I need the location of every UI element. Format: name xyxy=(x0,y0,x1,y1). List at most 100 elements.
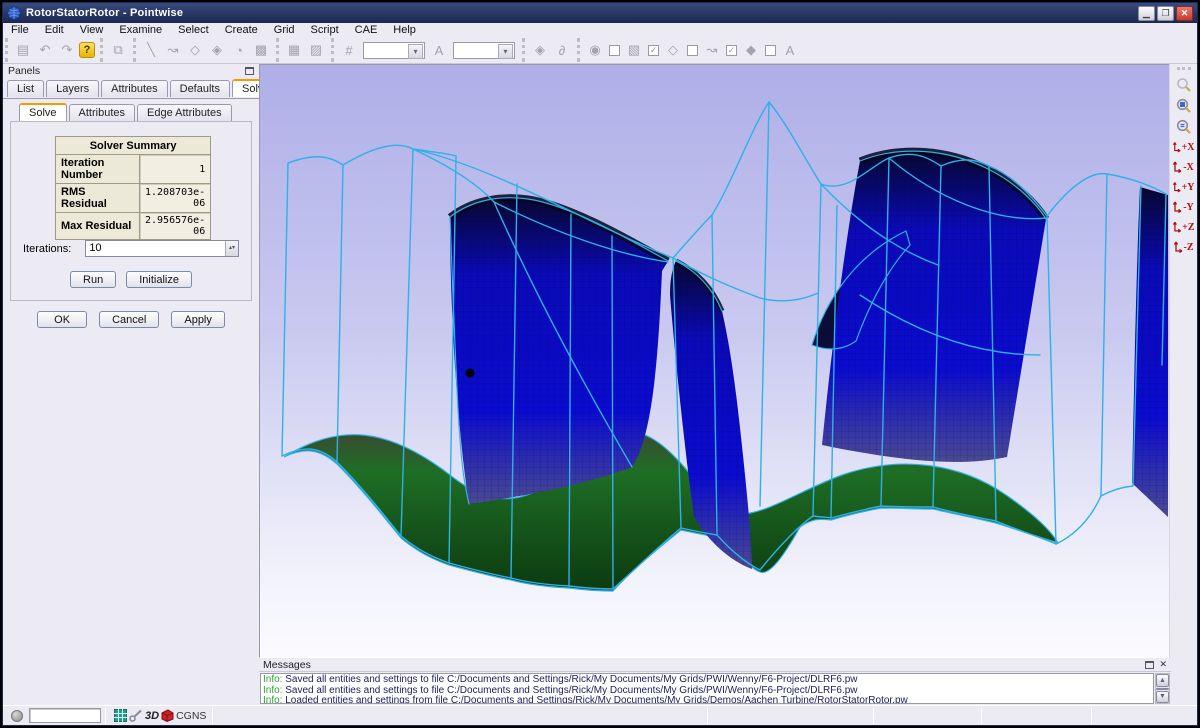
view-minus-y-button[interactable]: -Y xyxy=(1173,197,1195,217)
toolbar-group: ⧉ xyxy=(100,38,133,62)
toolbar-group: ▤↶↷? xyxy=(5,38,100,62)
messages-log[interactable]: Info: Saved all entities and settings to… xyxy=(260,673,1154,704)
redo-icon[interactable]: ↷ xyxy=(57,40,77,60)
zoom-actual-icon[interactable] xyxy=(1173,116,1195,137)
create-database-icon[interactable]: ◔ xyxy=(229,40,249,60)
menu-select[interactable]: Select xyxy=(170,24,217,36)
solve-icon[interactable]: ◈ xyxy=(530,40,550,60)
create-unstructured-domain-icon[interactable]: ◈ xyxy=(207,40,227,60)
menu-edit[interactable]: Edit xyxy=(37,24,72,36)
menu-create[interactable]: Create xyxy=(217,24,266,36)
menu-file[interactable]: File xyxy=(3,24,37,36)
cancel-button[interactable]: Cancel xyxy=(99,311,159,328)
menu-cae[interactable]: CAE xyxy=(347,24,386,36)
derivative-icon[interactable]: ∂ xyxy=(552,40,572,60)
row-label: RMS Residual xyxy=(56,184,140,213)
viewport-3d-scene xyxy=(260,65,1170,657)
status-bar: 3D CGNS xyxy=(3,705,1197,725)
selected-point[interactable] xyxy=(466,369,475,378)
tab-layers[interactable]: Layers xyxy=(46,80,99,97)
solver-summary-title: Solver Summary xyxy=(56,137,211,155)
dimension-combo[interactable] xyxy=(363,42,425,59)
iterations-spinbox[interactable]: 10 xyxy=(85,240,239,257)
show-labels-icon[interactable]: A xyxy=(780,40,800,60)
view-plus-z-button[interactable]: +Z xyxy=(1173,217,1195,237)
dimension-icon[interactable]: # xyxy=(339,40,359,60)
subtab-edge-attributes[interactable]: Edge Attributes xyxy=(137,104,232,121)
spacing-combo[interactable] xyxy=(453,42,515,59)
progress-field xyxy=(29,708,101,723)
close-messages-icon[interactable]: ✕ xyxy=(1159,659,1167,670)
spacing-icon[interactable]: A xyxy=(429,40,449,60)
show-blocks-checkbox[interactable]: ✓ xyxy=(648,45,659,56)
view-plus-y-button[interactable]: +Y xyxy=(1173,177,1195,197)
close-button[interactable]: ✕ xyxy=(1176,6,1193,21)
show-blocks-icon[interactable]: ▧ xyxy=(624,40,644,60)
dimension-mode-label: 3D xyxy=(145,710,159,722)
status-light-icon xyxy=(11,710,23,722)
create-curve-icon[interactable]: ↝ xyxy=(163,40,183,60)
show-domains-checkbox[interactable] xyxy=(687,45,698,56)
toolbar-group: #A xyxy=(331,38,522,62)
minimize-button[interactable]: ▁ xyxy=(1138,6,1155,21)
show-connectors-checkbox[interactable]: ✓ xyxy=(726,45,737,56)
help-icon[interactable]: ? xyxy=(79,42,95,58)
view-plus-x-button[interactable]: +X xyxy=(1173,137,1195,157)
row-value: 2.956576e-06 xyxy=(140,213,211,240)
row-value: 1 xyxy=(140,155,211,184)
pointwise-logo-icon xyxy=(7,6,21,20)
subtab-attributes[interactable]: Attributes xyxy=(69,104,135,121)
menu-help[interactable]: Help xyxy=(385,24,424,36)
structured-grid-icon[interactable]: ▦ xyxy=(284,40,304,60)
messages-scrollbar[interactable]: ▲ ▼ xyxy=(1155,673,1170,704)
menu-examine[interactable]: Examine xyxy=(111,24,170,36)
view-toolbar: +X -X +Y -Y +Z -Z xyxy=(1169,64,1197,705)
create-block-icon[interactable]: ▩ xyxy=(251,40,271,60)
zoom-icon[interactable] xyxy=(1173,74,1195,95)
create-connector-icon[interactable]: ╲ xyxy=(141,40,161,60)
unstructured-grid-icon[interactable]: ▨ xyxy=(306,40,326,60)
show-domains-icon[interactable]: ◇ xyxy=(663,40,683,60)
scroll-thumb[interactable] xyxy=(1156,688,1169,690)
panels-caption[interactable]: Panels xyxy=(3,64,259,78)
view-minus-z-button[interactable]: -Z xyxy=(1173,237,1195,257)
ok-button[interactable]: OK xyxy=(37,311,87,328)
float-messages-icon[interactable] xyxy=(1145,661,1154,669)
solve-panel-body: Solver Summary Iteration Number 1 RMS Re… xyxy=(10,121,252,301)
save-icon[interactable]: ▤ xyxy=(13,40,33,60)
layers-icon[interactable]: ⧉ xyxy=(108,40,128,60)
scroll-down-icon[interactable]: ▼ xyxy=(1156,691,1169,704)
show-shaded-icon[interactable]: ◆ xyxy=(741,40,761,60)
subtab-solve[interactable]: Solve xyxy=(19,103,67,121)
tab-attributes[interactable]: Attributes xyxy=(101,80,167,97)
menu-script[interactable]: Script xyxy=(303,24,347,36)
tab-list[interactable]: List xyxy=(7,80,44,97)
show-connectors-icon[interactable]: ↝ xyxy=(702,40,722,60)
initialize-button[interactable]: Initialize xyxy=(126,271,192,288)
restore-button[interactable]: ❐ xyxy=(1157,6,1174,21)
toolbar-group: ╲↝◇◈◔▩ xyxy=(133,38,276,62)
panels-caption-label: Panels xyxy=(8,65,40,77)
solve-subtab-bar: Solve Attributes Edge Attributes xyxy=(19,104,234,122)
title-bar[interactable]: RotorStatorRotor - Pointwise ▁ ❐ ✕ xyxy=(3,3,1197,23)
show-shaded-checkbox[interactable] xyxy=(765,45,776,56)
float-panel-icon[interactable] xyxy=(245,67,254,75)
app-window: RotorStatorRotor - Pointwise ▁ ❐ ✕ File … xyxy=(2,2,1198,726)
toolbar-grip[interactable] xyxy=(1177,67,1191,70)
run-button[interactable]: Run xyxy=(70,271,116,288)
view-minus-x-button[interactable]: -X xyxy=(1173,157,1195,177)
apply-button[interactable]: Apply xyxy=(171,311,225,328)
undo-icon[interactable]: ↶ xyxy=(35,40,55,60)
zoom-extents-icon[interactable] xyxy=(1173,95,1195,116)
tab-defaults[interactable]: Defaults xyxy=(170,80,230,97)
show-database-checkbox[interactable] xyxy=(609,45,620,56)
scroll-up-icon[interactable]: ▲ xyxy=(1156,674,1169,687)
iterations-label: Iterations: xyxy=(23,243,71,255)
show-database-icon[interactable]: ◉ xyxy=(585,40,605,60)
window-title: RotorStatorRotor - Pointwise xyxy=(26,7,1136,19)
viewport-3d[interactable] xyxy=(259,64,1171,658)
menu-grid[interactable]: Grid xyxy=(266,24,303,36)
menu-view[interactable]: View xyxy=(72,24,112,36)
menu-bar: File Edit View Examine Select Create Gri… xyxy=(3,23,1197,37)
create-domain-icon[interactable]: ◇ xyxy=(185,40,205,60)
